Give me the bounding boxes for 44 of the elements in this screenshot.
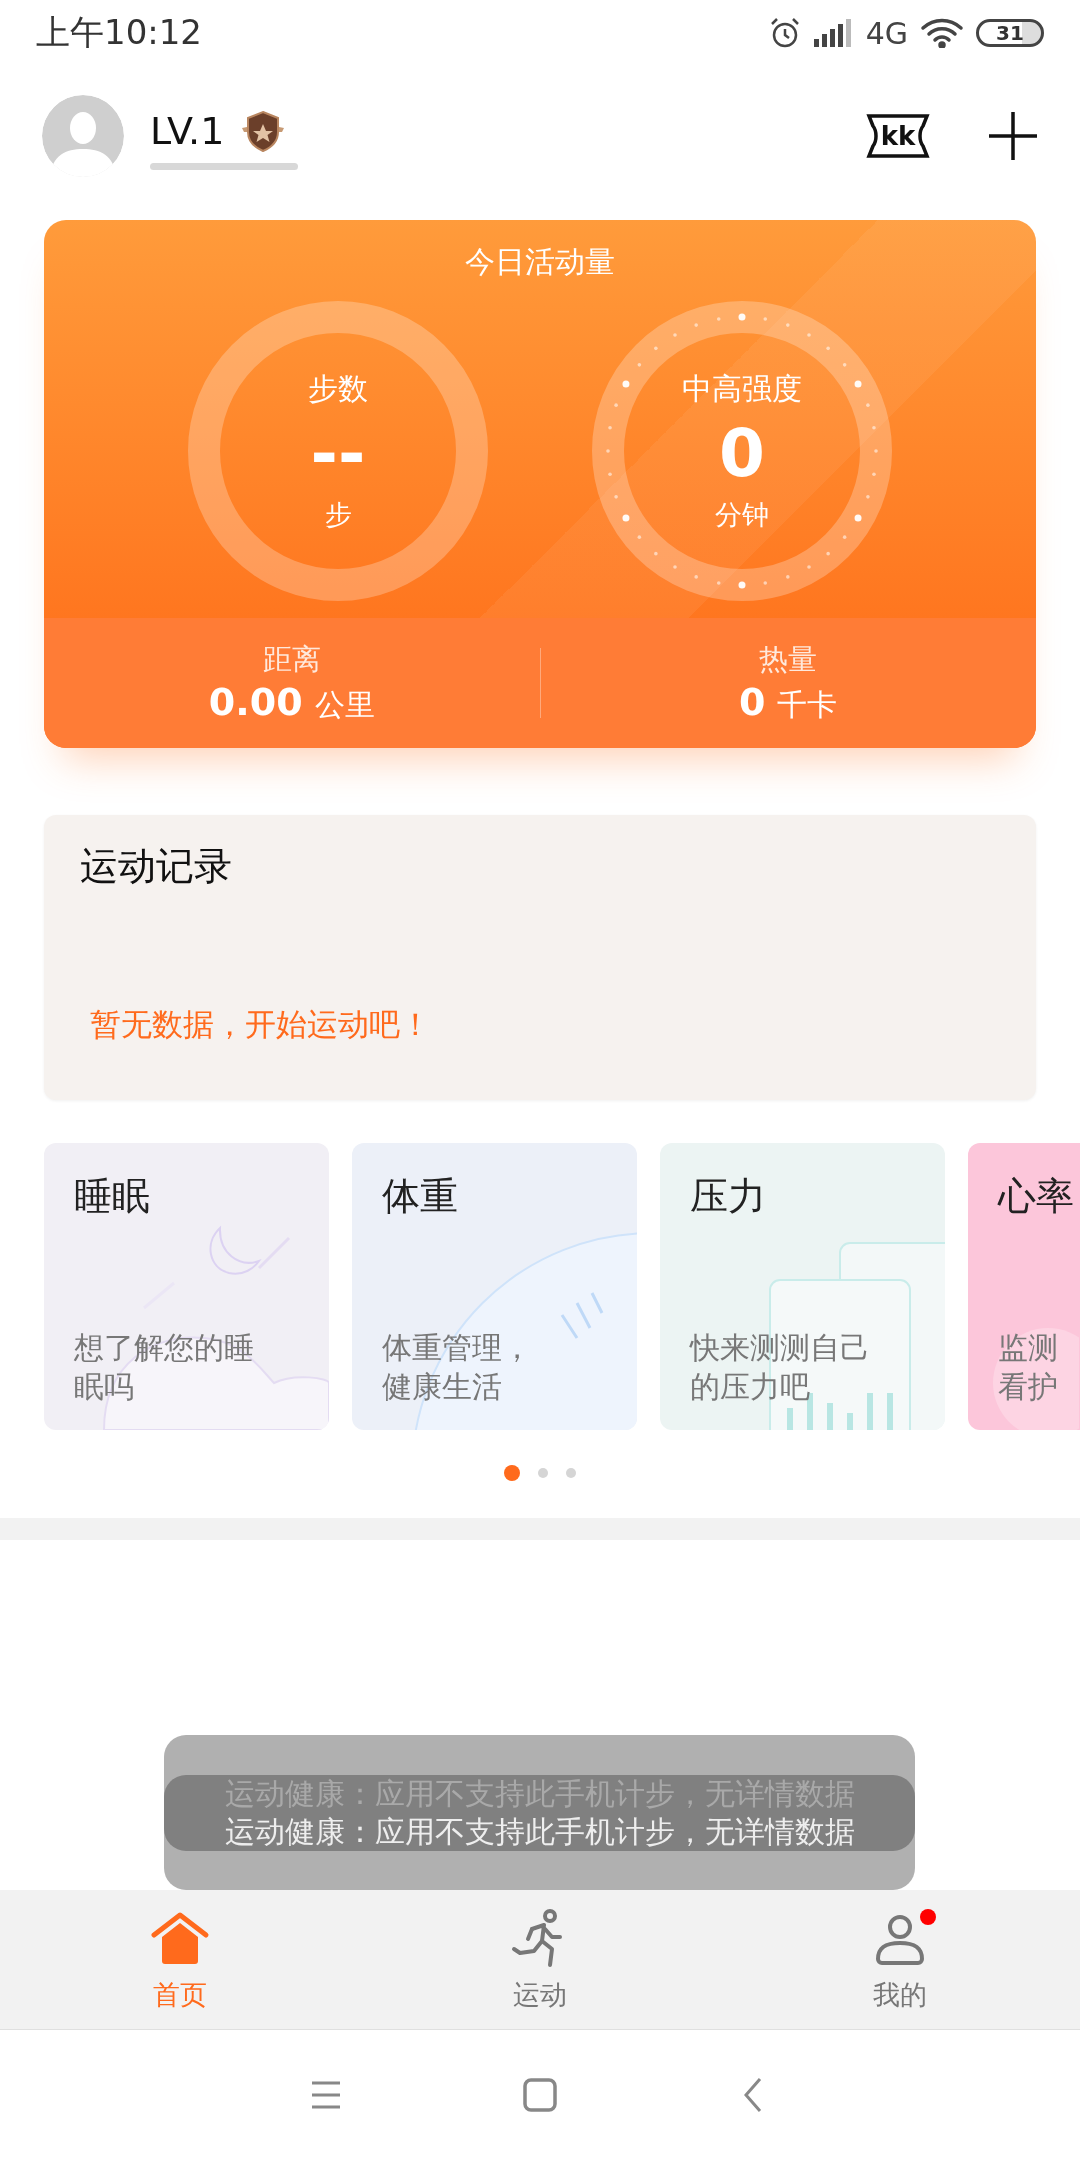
signal-icon xyxy=(813,19,854,47)
health-card-description: 健康生活 xyxy=(382,1368,502,1406)
ring-value: 0 xyxy=(719,415,765,492)
ring-label: 中高强度 xyxy=(682,369,802,408)
card-title: 今日活动量 xyxy=(465,243,615,281)
stat-unit: 公里 xyxy=(314,686,375,724)
health-card-description: 体重管理， xyxy=(382,1329,532,1367)
ring-label: 步数 xyxy=(308,369,368,408)
status-time: 上午10:12 xyxy=(36,11,202,54)
ring-unit: 步 xyxy=(324,498,352,533)
health-card-description: 看护 xyxy=(998,1368,1058,1406)
health-card[interactable]: 体重 体重管理， 健康生活 xyxy=(352,1143,637,1430)
health-card-title: 心率 xyxy=(998,1173,1075,1220)
health-card-title: 睡眠 xyxy=(74,1173,151,1220)
stat-unit: 千卡 xyxy=(777,686,838,724)
tab-item[interactable]: 运动 xyxy=(360,1890,720,2029)
stat-label: 热量 xyxy=(759,641,818,678)
network-type: 4G xyxy=(865,15,908,51)
health-card-title: 体重 xyxy=(382,1173,459,1220)
health-card[interactable]: 睡眠 想了解您的睡 眠吗 xyxy=(44,1143,329,1430)
health-card[interactable]: 心率 监测 看护 xyxy=(968,1143,1080,1430)
health-card-description: 监测 xyxy=(998,1329,1058,1367)
rank-badge-icon xyxy=(240,109,287,152)
records-title: 运动记录 xyxy=(80,843,233,890)
ticket-button[interactable]: kk xyxy=(866,113,930,159)
level-label: LV.1 xyxy=(150,108,225,153)
ring-unit: 分钟 xyxy=(715,498,769,533)
health-card-description: 的压力吧 xyxy=(690,1368,810,1406)
add-icon[interactable] xyxy=(988,111,1038,161)
ring-value: -- xyxy=(310,415,366,492)
records-card[interactable]: 运动记录 暂无数据，开始运动吧！ xyxy=(44,815,1036,1100)
health-card-title: 压力 xyxy=(690,1173,767,1220)
health-card-description: 想了解您的睡 xyxy=(74,1329,254,1367)
tab-item[interactable]: 我的 xyxy=(720,1890,1080,2029)
wifi-icon xyxy=(920,18,964,48)
empty-message: 暂无数据，开始运动吧！ xyxy=(90,1005,432,1044)
toast-message: 运动健康：应用不支持此手机计步，无详情数据 xyxy=(224,1812,855,1851)
health-card-description: 快来测测自己 xyxy=(690,1329,870,1367)
health-card[interactable]: 压力 快来测测自己 的压力吧 xyxy=(660,1143,945,1430)
stat-value: 0.00 xyxy=(208,680,303,724)
battery-level: 31 xyxy=(976,19,1044,47)
health-card-description: 眠吗 xyxy=(74,1368,134,1406)
stat-label: 距离 xyxy=(262,641,321,678)
stat-value: 0 xyxy=(739,680,766,724)
